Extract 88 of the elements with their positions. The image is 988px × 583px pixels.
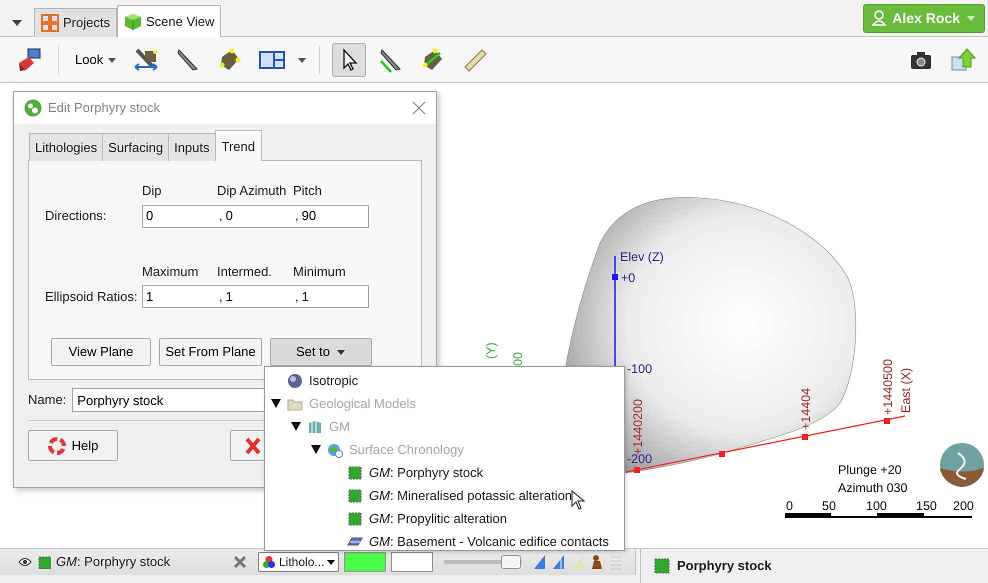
export-icon [950,46,976,72]
value-input[interactable]: 0 [222,206,294,226]
axis-tick-label: +1440200 [631,399,645,455]
app-logo-icon [24,99,42,117]
close-icon[interactable] [233,555,247,569]
scale-label: 0 [786,499,793,513]
eye-icon[interactable] [18,557,32,567]
shading-icon[interactable] [533,554,548,570]
grid-icon [41,14,59,32]
caret-icon [327,558,336,566]
column-header: Dip [142,182,162,200]
value-input[interactable]: 90 [298,206,370,226]
plane-icon [217,46,244,72]
axis-title: East (X) [899,368,913,413]
scale-label: 50 [822,499,836,513]
dialog-tab[interactable]: Lithologies [29,132,104,161]
column-header: Dip Azimuth [217,182,286,200]
volume-icon [347,464,363,480]
field-label: Ellipsoid Ratios: [45,288,138,306]
dialog-tab[interactable]: Trend [214,130,262,161]
column-header: Pitch [293,182,322,200]
display-dropdown[interactable]: Litholo... [258,552,340,572]
field-label: Name: [28,391,66,410]
separator: , [294,207,299,226]
slice-move-icon [133,46,160,72]
scene-item-label: GM: Porphyry stock [56,553,172,572]
lifebuoy-icon [48,436,66,454]
value-input[interactable]: 0 [143,206,218,226]
view-tab[interactable]: Scene View [116,5,222,37]
figure-icon[interactable] [590,554,604,570]
cube-icon [653,557,671,575]
color-swatch[interactable] [344,552,386,572]
value-input[interactable]: 1 [143,286,218,306]
caret-icon [966,13,976,23]
axis-tick-label: +0 [621,271,636,285]
help-button[interactable]: Help [28,430,118,461]
action-button[interactable]: Set From Plane [159,338,262,366]
properties-title: Porphyry stock [677,557,772,576]
volume-icon [347,510,363,526]
scale-label: 150 [916,499,937,513]
axis-tick-label: 00 [511,352,525,366]
field-label: Directions: [45,207,108,226]
orientation-globe-icon [940,443,984,487]
secondary-swatch[interactable] [391,552,434,572]
value-input[interactable]: 1 [222,286,294,306]
value-input[interactable]: 1 [298,286,370,306]
model-icon [307,418,323,434]
separator: , [218,207,223,226]
axis-title: (Y) [484,342,498,359]
ruler-icon [462,46,488,72]
separator: , [294,288,299,306]
color-circles-icon [262,555,276,569]
cube-icon [37,555,51,569]
axis-tick-label: +1440500 [881,359,895,415]
volume-icon [347,488,363,504]
connect-icon [16,46,42,72]
vector-field[interactable]: 0 , 0 , 90 [142,204,369,228]
sphere-icon [287,372,303,388]
scale-label: 100 [866,499,887,513]
pointer-tool[interactable] [332,42,366,76]
separator: , [218,288,223,306]
dialog-tab[interactable]: Surfacing [102,132,170,161]
chronology-icon [327,442,343,458]
view-tab[interactable]: Projects [34,8,117,37]
axis-title: Elev (Z) [620,250,664,264]
column-header: Intermed. [217,262,272,280]
azimuth-label: Azimuth 030 [838,481,908,495]
action-button[interactable]: View Plane [51,338,151,366]
column-header: Minimum [293,262,346,280]
caret-icon [336,347,346,357]
cross-icon [245,436,261,454]
dialog-title: Edit Porphyry stock [48,99,160,118]
axis-tick-label: -100 [627,362,652,376]
column-header: Maximum [142,262,198,280]
shading-icon[interactable] [552,554,566,570]
mouse-pointer-icon [571,490,585,510]
plunge-label: Plunge +20 [838,463,902,477]
close-icon[interactable] [412,101,426,115]
menu-button[interactable]: Set to [270,338,372,366]
cube-icon [124,12,142,30]
axis-tick-label: +14404 [799,388,813,430]
slider-thumb[interactable] [500,555,521,569]
dialog-tab[interactable]: Inputs [168,132,216,161]
axis-tick-label: -200 [627,452,652,466]
scale-label: 200 [953,499,974,513]
look-button[interactable]: Look [71,46,122,74]
user-icon [872,10,886,26]
vector-field[interactable]: 1 , 1 , 1 [142,285,369,308]
